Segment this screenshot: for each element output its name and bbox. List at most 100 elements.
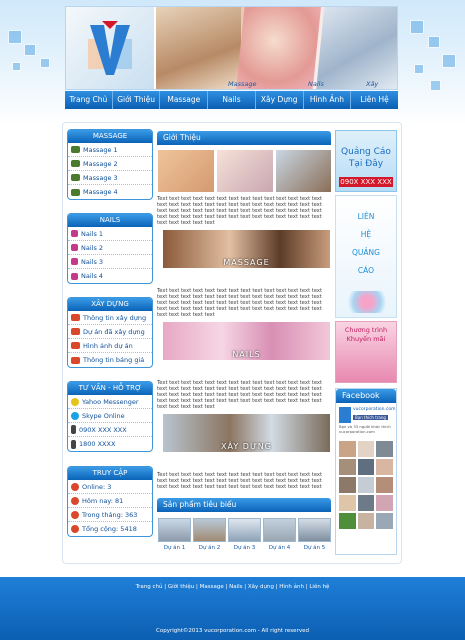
site-header: Massage Nails Xây Dựng (65, 6, 398, 90)
building-icon (71, 314, 80, 321)
sidebar-stats-title: TRUY CẬP (68, 467, 152, 480)
product-label-1[interactable]: Dự án 1 (158, 545, 191, 551)
stat-total: Tổng cộng: 5418 (68, 522, 152, 536)
hero-label-massage: Massage (228, 80, 257, 88)
nav-item-massage[interactable]: Massage (160, 91, 209, 109)
avatar[interactable] (376, 441, 393, 457)
product-image-5[interactable] (298, 518, 331, 542)
sidebar-item-nails-2[interactable]: Nails 2 (68, 241, 152, 255)
skype-icon (71, 411, 79, 420)
nav-item-nails[interactable]: Nails (208, 91, 256, 109)
avatar[interactable] (376, 459, 393, 475)
ad2-line-3: QUẢNG (352, 248, 380, 257)
stat-month: Trong tháng: 363 (68, 508, 152, 522)
avatar[interactable] (376, 495, 393, 511)
sidebar-item-phone[interactable]: 090X XXX XXX (68, 423, 152, 437)
product-image-1[interactable] (158, 518, 191, 542)
nail-polish-icon (71, 258, 78, 265)
avatar[interactable] (376, 477, 393, 493)
avatar[interactable] (339, 441, 356, 457)
fb-like-button[interactable]: Bạn thích trang (353, 415, 388, 420)
nav-item-gioi-thieu[interactable]: Giới Thiệu (113, 91, 161, 109)
nail-polish-icon (71, 230, 78, 237)
avatar[interactable] (339, 495, 356, 511)
intro-image-construction[interactable] (276, 150, 331, 192)
massage-icon (71, 146, 80, 153)
sidebar-item-nails-1[interactable]: Nails 1 (68, 227, 152, 241)
ad-banner-promo[interactable]: Chương trình Khuyến mãi (335, 321, 397, 383)
sidebar-item-skype[interactable]: Skype Online (68, 409, 152, 423)
sidebar-item-massage-1[interactable]: Massage 1 (68, 143, 152, 157)
ad1-line1: Quảng Cáo (341, 147, 391, 157)
sidebar-support-title: TƯ VẤN - HỖ TRỢ (68, 382, 152, 395)
flowers-decor (342, 291, 392, 313)
sidebar-item-nails-4[interactable]: Nails 4 (68, 269, 152, 283)
sidebar-item-massage-3[interactable]: Massage 3 (68, 171, 152, 185)
nav-item-trang-chu[interactable]: Trang Chủ (65, 91, 113, 109)
product-label-4[interactable]: Dự án 4 (263, 545, 296, 551)
banner-massage[interactable]: MASSAGE (163, 230, 330, 268)
nav-item-lien-he[interactable]: Liên Hệ (351, 91, 398, 109)
stat-icon (71, 525, 79, 533)
avatar[interactable] (339, 477, 356, 493)
sidebar-item-nails-3[interactable]: Nails 3 (68, 255, 152, 269)
logo-panel[interactable] (66, 7, 154, 89)
product-image-4[interactable] (263, 518, 296, 542)
avatar[interactable] (339, 513, 356, 529)
nav-item-xay-dung[interactable]: Xây Dựng (256, 91, 304, 109)
intro-image-massage[interactable] (158, 150, 214, 192)
ad2-line-4: CÁO (357, 266, 375, 275)
decor-square (40, 58, 50, 68)
sidebar-item-xaydung-4[interactable]: Thông tin báng giá (68, 353, 152, 367)
sidebar-item-xaydung-3[interactable]: Hình ảnh dự án (68, 339, 152, 353)
ad-banner-2[interactable]: LIÊN HỆ QUẢNG CÁO (335, 195, 397, 318)
massage-text: Text text text text text text text text … (157, 288, 323, 318)
product-label-2[interactable]: Dự án 2 (193, 545, 226, 551)
decor-square (442, 54, 456, 68)
hero-image-massage (156, 7, 241, 89)
xaydung-text: Text text text text text text text text … (157, 472, 323, 490)
ad3-line2: Khuyến mãi (346, 335, 386, 343)
ad3-line1: Chương trình (344, 326, 388, 334)
fb-page-name[interactable]: vucorporation.com (353, 407, 395, 412)
logo (84, 21, 136, 79)
nail-polish-icon (71, 244, 78, 251)
facebook-box: Facebook vucorporation.com Bạn thích tra… (335, 388, 397, 555)
banner-xaydung[interactable]: XÂY DỰNG (163, 414, 330, 452)
product-label-5[interactable]: Dự án 5 (298, 545, 331, 551)
ad2-line-2: HỆ (360, 230, 372, 239)
sidebar-item-hotline[interactable]: 1800 XXXX (68, 437, 152, 451)
sidebar-item-yahoo[interactable]: Yahoo Messenger (68, 395, 152, 409)
footer-links[interactable]: Trang chủ | Giới thiệu | Massage | Nails… (0, 584, 465, 590)
avatar[interactable] (357, 477, 375, 493)
nav-item-hinh-anh[interactable]: Hình Ảnh (304, 91, 352, 109)
avatar[interactable] (357, 513, 375, 529)
banner-nails[interactable]: NAILS (163, 322, 330, 360)
avatar[interactable] (357, 459, 375, 475)
product-image-3[interactable] (228, 518, 261, 542)
fb-page-logo[interactable] (339, 407, 351, 423)
ad-banner-1[interactable]: Quảng Cáo Tại Đây 090X XXX XXX (335, 130, 397, 192)
intro-image-nails[interactable] (217, 150, 273, 192)
sidebar-item-massage-4[interactable]: Massage 4 (68, 185, 152, 199)
fb-avatar-grid (339, 441, 393, 529)
sidebar-item-xaydung-1[interactable]: Thông tin xây dựng (68, 311, 152, 325)
ad2-text: LIÊN HỆ QUẢNG CÁO (336, 208, 396, 280)
avatar[interactable] (339, 459, 356, 475)
decor-square (410, 20, 424, 34)
phone-icon (71, 425, 76, 434)
product-label-3[interactable]: Dự án 3 (228, 545, 261, 551)
intro-text: Text text text text text text text text … (157, 196, 323, 226)
sidebar-item-massage-2[interactable]: Massage 2 (68, 157, 152, 171)
sidebar-nails: NAILS Nails 1 Nails 2 Nails 3 Nails 4 (67, 213, 153, 284)
sidebar-item-xaydung-2[interactable]: Dự án đã xây dựng (68, 325, 152, 339)
avatar[interactable] (376, 513, 393, 529)
avatar[interactable] (357, 441, 375, 457)
product-image-2[interactable] (193, 518, 226, 542)
logo-icon (88, 21, 132, 75)
intro-title: Giới Thiệu (157, 131, 331, 145)
sidebar-xaydung: XÂY DỰNG Thông tin xây dựng Dự án đã xây… (67, 297, 153, 368)
avatar[interactable] (357, 495, 375, 511)
products-title: Sản phẩm tiêu biểu (157, 498, 331, 512)
copyright: Copyright©2013 vucorporation.com - All r… (156, 628, 309, 634)
